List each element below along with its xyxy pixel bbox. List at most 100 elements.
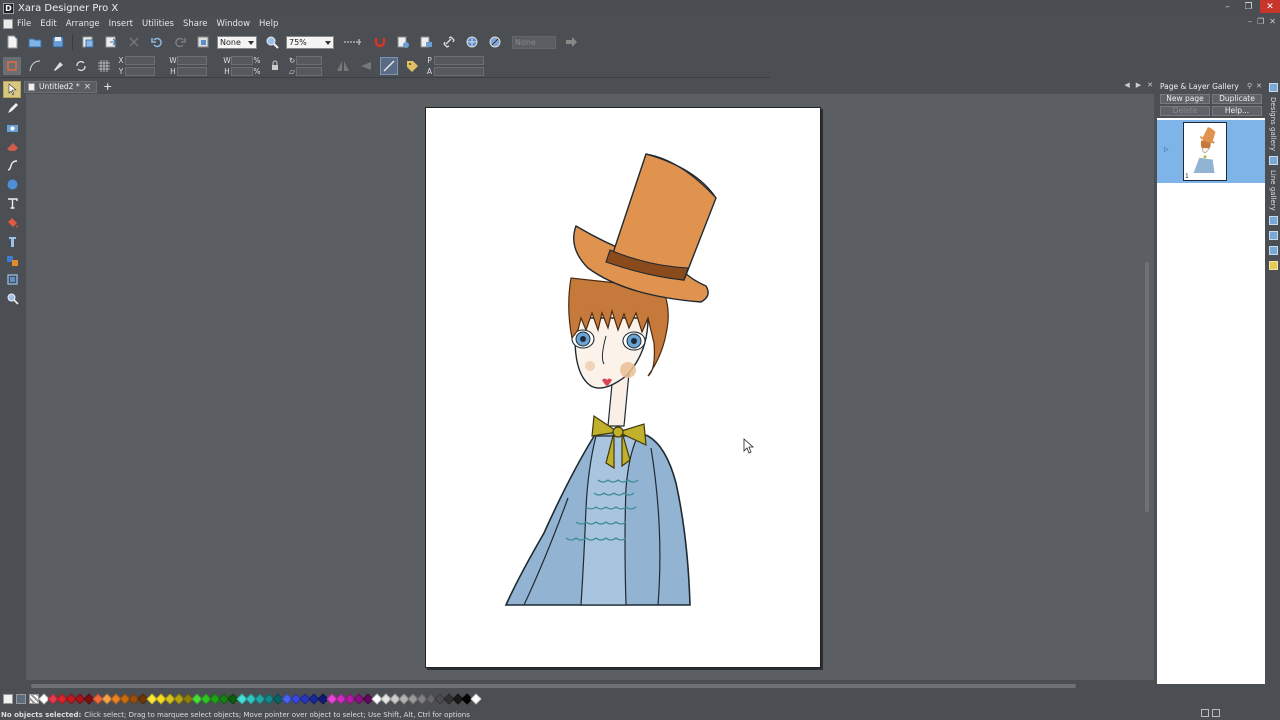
export-button[interactable]	[102, 33, 120, 51]
horizontal-scroll-thumb[interactable]	[31, 684, 1076, 688]
blend-tool[interactable]	[3, 252, 21, 269]
page-thumbnail[interactable]: 1	[1183, 122, 1227, 181]
snap-grid-button[interactable]	[340, 33, 366, 51]
color-swatch[interactable]	[469, 693, 482, 705]
ellipse-tool[interactable]	[3, 176, 21, 193]
doc-minimize-button[interactable]: –	[1248, 17, 1252, 26]
scale-width-field[interactable]	[231, 55, 253, 65]
x-position-field[interactable]	[125, 55, 155, 65]
snap-status-icon[interactable]	[1212, 709, 1220, 717]
vertical-scrollbar[interactable]	[1141, 94, 1154, 680]
publish-web-button[interactable]	[463, 33, 481, 51]
tab-prev-icon[interactable]: ◀	[1124, 81, 1129, 89]
minimize-button[interactable]: –	[1218, 0, 1237, 13]
flip-vertical-button[interactable]	[357, 57, 375, 75]
document-page[interactable]	[425, 107, 821, 668]
import-button[interactable]	[79, 33, 97, 51]
tab-close-icon[interactable]: ✕	[1147, 81, 1153, 89]
gallery-close-icon[interactable]: ✕	[1256, 82, 1262, 90]
rotate-mode-button[interactable]	[26, 57, 44, 75]
delete-button[interactable]	[125, 33, 143, 51]
document-tab[interactable]: Untitled2 * ×	[24, 80, 98, 93]
close-tab-icon[interactable]: ×	[84, 82, 92, 92]
doc-close-button[interactable]: ✕	[1269, 17, 1276, 26]
vertical-scroll-thumb[interactable]	[1145, 262, 1149, 512]
render-mode-icon[interactable]	[1201, 709, 1209, 717]
lock-aspect-button[interactable]	[266, 57, 284, 75]
snap-magnet-button[interactable]	[371, 33, 389, 51]
selector-tool[interactable]	[3, 81, 21, 98]
y-position-field[interactable]	[125, 66, 155, 76]
link-button[interactable]	[440, 33, 458, 51]
mould-tool[interactable]	[3, 271, 21, 288]
skew-field[interactable]	[296, 66, 322, 76]
height-field[interactable]	[177, 66, 207, 76]
maximize-button[interactable]: ❐	[1239, 0, 1258, 13]
scale-lines-button[interactable]	[380, 56, 398, 75]
color-line-icon[interactable]	[16, 694, 26, 704]
contour-tool[interactable]	[3, 157, 21, 174]
rotation-field[interactable]	[296, 55, 322, 65]
flip-button[interactable]	[72, 57, 90, 75]
new-page-button[interactable]: New page	[1160, 94, 1210, 104]
quality-select[interactable]: None	[217, 35, 257, 49]
menu-help[interactable]: Help	[259, 19, 278, 29]
color-gallery-icon[interactable]	[1268, 245, 1278, 255]
zoom-to-page-button[interactable]	[194, 33, 212, 51]
selector-mode-button[interactable]	[2, 56, 21, 75]
font-gallery-icon[interactable]	[1268, 230, 1278, 240]
page-gallery-icon[interactable]	[1268, 156, 1278, 165]
new-document-button[interactable]	[3, 33, 21, 51]
menu-file[interactable]: File	[17, 19, 31, 29]
menu-edit[interactable]: Edit	[40, 19, 56, 29]
photo-tool[interactable]	[3, 119, 21, 136]
menu-insert[interactable]: Insert	[109, 19, 133, 29]
save-button[interactable]	[49, 33, 67, 51]
expand-icon[interactable]: ▷	[1164, 146, 1169, 153]
shadow-tool[interactable]	[3, 138, 21, 155]
tab-next-icon[interactable]: ▶	[1136, 81, 1141, 89]
new-tab-button[interactable]: +	[103, 80, 112, 93]
duplicate-button[interactable]: Duplicate	[1212, 94, 1262, 104]
line-gallery-tab[interactable]: Line gallery	[1269, 170, 1277, 211]
fill-gallery-icon[interactable]	[1268, 215, 1278, 225]
pin-icon[interactable]: ⚲	[1247, 82, 1252, 90]
redo-button[interactable]	[171, 33, 189, 51]
menu-utilities[interactable]: Utilities	[142, 19, 174, 29]
undo-button[interactable]	[148, 33, 166, 51]
designs-gallery-tab[interactable]: Designs gallery	[1269, 97, 1277, 151]
width-field[interactable]	[177, 55, 207, 65]
character-illustration[interactable]	[426, 108, 822, 669]
horizontal-scrollbar[interactable]	[26, 681, 1154, 691]
name-gallery-icon[interactable]	[1268, 260, 1278, 270]
freehand-tool[interactable]	[3, 100, 21, 117]
zoom-tool-button[interactable]	[263, 33, 281, 51]
page-options-button[interactable]	[394, 33, 412, 51]
document-menu-icon[interactable]	[3, 18, 13, 29]
menu-window[interactable]: Window	[217, 19, 251, 29]
scale-height-field[interactable]	[231, 66, 253, 76]
page-row-selected[interactable]: ▷ 1	[1157, 120, 1265, 183]
open-button[interactable]	[26, 33, 44, 51]
color-editor-icon[interactable]	[3, 694, 13, 704]
menu-share[interactable]: Share	[183, 19, 208, 29]
zoom-select[interactable]: 75%	[286, 35, 334, 49]
designs-gallery-icon[interactable]	[1268, 83, 1278, 92]
transparency-tool[interactable]	[3, 233, 21, 250]
drawing-canvas[interactable]	[26, 94, 1154, 680]
area-contain-button[interactable]	[49, 57, 67, 75]
p-field[interactable]	[433, 55, 484, 65]
a-field[interactable]	[433, 66, 484, 76]
close-button[interactable]: ✕	[1260, 0, 1280, 13]
flip-horizontal-button[interactable]	[334, 57, 352, 75]
web-properties-button[interactable]	[417, 33, 435, 51]
zoom-tool[interactable]	[3, 290, 21, 307]
text-tool[interactable]	[3, 195, 21, 212]
preview-web-button[interactable]	[486, 33, 504, 51]
gallery-help-button[interactable]: Help...	[1212, 106, 1262, 116]
menu-arrange[interactable]: Arrange	[66, 19, 100, 29]
grid-button[interactable]	[95, 57, 113, 75]
tag-button[interactable]	[403, 57, 421, 75]
go-button[interactable]	[562, 33, 580, 51]
doc-restore-button[interactable]: ❐	[1257, 17, 1264, 26]
